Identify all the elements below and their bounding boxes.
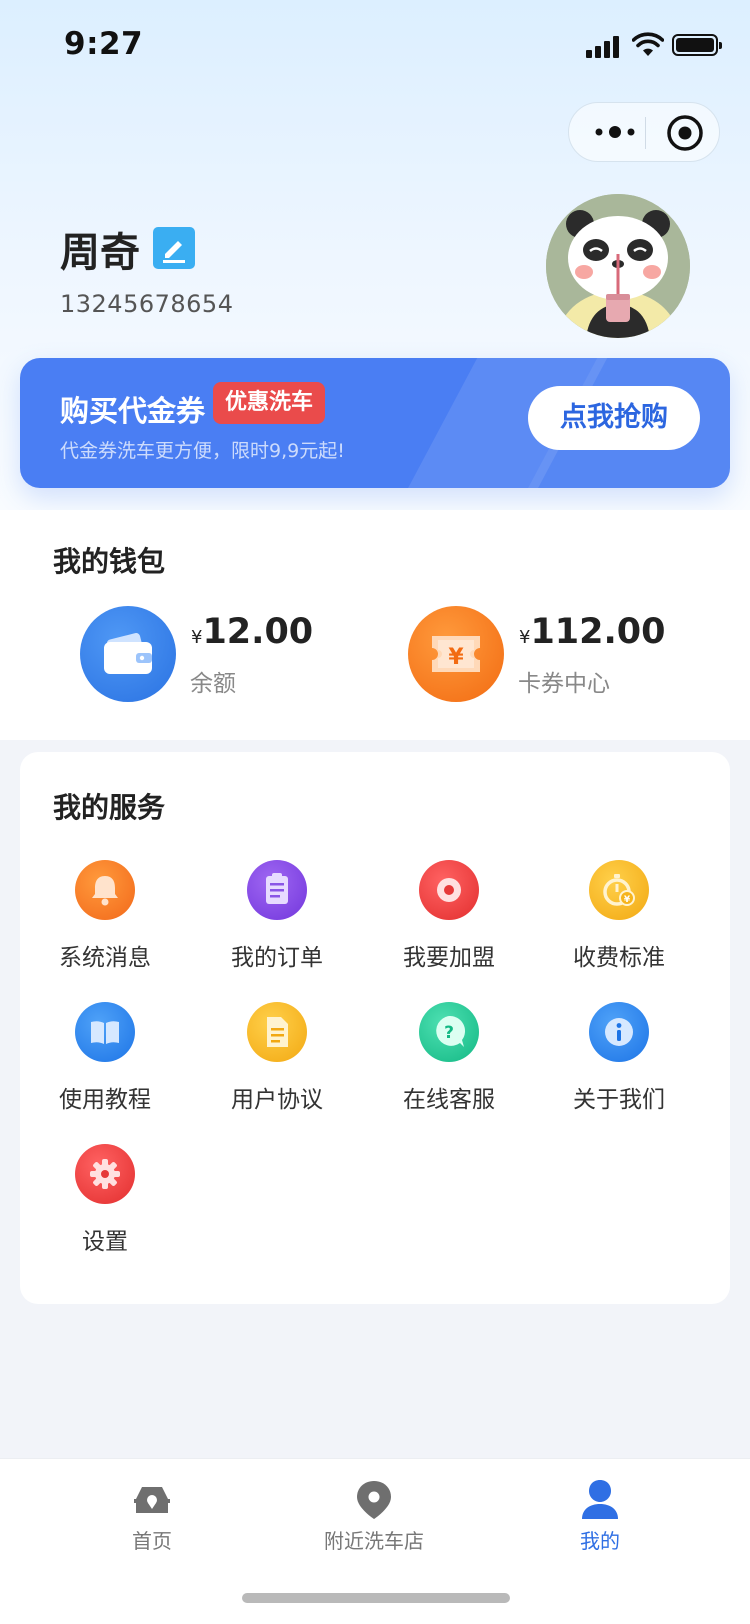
document-icon <box>247 1002 307 1062</box>
balance-label: 余额 <box>190 671 236 697</box>
user-phone: 13245678654 <box>60 290 234 318</box>
more-dots-icon[interactable] <box>589 103 645 161</box>
service-label: 关于我们 <box>573 1087 665 1113</box>
tab-mine[interactable]: 我的 <box>500 1471 700 1561</box>
status-bar: 9:27 <box>0 0 750 92</box>
coupon-amount: ¥112.00 <box>519 612 666 652</box>
settings-icon <box>75 1144 135 1204</box>
cellular-signal-icon <box>586 34 624 58</box>
edit-icon[interactable] <box>153 227 195 269</box>
service-tutorial[interactable]: 使用教程 <box>20 1002 190 1132</box>
promo-banner[interactable]: 购买代金券 优惠洗车 代金券洗车更方便，限时9,9元起! 点我抢购 <box>20 358 730 488</box>
service-label: 系统消息 <box>59 945 151 971</box>
status-time: 9:27 <box>64 26 144 62</box>
car-home-icon <box>134 1487 170 1513</box>
miniprogram-capsule <box>568 102 720 162</box>
svg-text:¥: ¥ <box>624 895 631 905</box>
home-indicator <box>242 1593 510 1603</box>
service-my-orders[interactable]: 我的订单 <box>192 860 362 990</box>
avatar[interactable] <box>546 194 690 338</box>
profile-page: 9:27 周奇 13245678654 购买代金券 优惠洗车 代金券洗车更方便，… <box>0 0 750 1624</box>
service-pricing[interactable]: ¥ 收费标准 <box>534 860 704 990</box>
location-pin-icon <box>357 1481 391 1519</box>
service-user-agreement[interactable]: 用户协议 <box>192 1002 362 1132</box>
service-label: 设置 <box>82 1229 128 1255</box>
wifi-icon <box>632 32 664 56</box>
wallet-section: 我的钱包 ¥12.00 余额 ¥ ¥112.00 卡券中心 <box>0 510 750 732</box>
wallet-title: 我的钱包 <box>53 545 166 578</box>
service-online-support[interactable]: ? 在线客服 <box>364 1002 534 1132</box>
coupon-icon: ¥ <box>408 606 504 702</box>
service-label: 收费标准 <box>573 945 665 971</box>
service-settings[interactable]: 设置 <box>20 1144 190 1274</box>
services-card: 我的服务 系统消息 我的订单 我要加盟 ¥ 收费标准 使用教程 用户协议 ? 在… <box>20 752 730 1304</box>
promo-badge: 优惠洗车 <box>213 382 326 424</box>
service-label: 我要加盟 <box>403 945 495 971</box>
battery-icon <box>672 34 722 56</box>
stopwatch-icon: ¥ <box>589 860 649 920</box>
service-label: 使用教程 <box>59 1087 151 1113</box>
help-chat-icon: ? <box>419 1002 479 1062</box>
wallet-icon <box>80 606 176 702</box>
tab-label: 附近洗车店 <box>324 1529 424 1553</box>
record-icon <box>419 860 479 920</box>
promo-subtitle: 代金券洗车更方便，限时9,9元起! <box>60 440 345 462</box>
tab-bar: 首页 附近洗车店 我的 <box>0 1458 750 1624</box>
tab-label: 我的 <box>580 1529 620 1553</box>
service-about-us[interactable]: 关于我们 <box>534 1002 704 1132</box>
services-title: 我的服务 <box>53 791 166 824</box>
clipboard-icon <box>247 860 307 920</box>
service-label: 在线客服 <box>403 1087 495 1113</box>
user-name: 周奇 <box>60 230 140 276</box>
coupon-label: 卡券中心 <box>518 671 610 697</box>
balance-amount: ¥12.00 <box>191 612 314 652</box>
bell-icon <box>75 860 135 920</box>
promo-title: 购买代金券 <box>60 394 206 428</box>
close-target-icon[interactable] <box>663 111 707 155</box>
user-icon <box>582 1480 618 1519</box>
capsule-divider <box>645 117 646 149</box>
buy-coupon-button[interactable]: 点我抢购 <box>528 386 700 450</box>
tab-nearby-stores[interactable]: 附近洗车店 <box>274 1471 474 1561</box>
service-join[interactable]: 我要加盟 <box>364 860 534 990</box>
tab-home[interactable]: 首页 <box>52 1471 252 1561</box>
svg-text:¥: ¥ <box>448 645 464 670</box>
svg-text:?: ? <box>444 1023 454 1043</box>
service-label: 用户协议 <box>231 1087 323 1113</box>
service-label: 我的订单 <box>231 945 323 971</box>
tab-label: 首页 <box>132 1529 172 1553</box>
service-system-messages[interactable]: 系统消息 <box>20 860 190 990</box>
info-icon <box>589 1002 649 1062</box>
book-icon <box>75 1002 135 1062</box>
